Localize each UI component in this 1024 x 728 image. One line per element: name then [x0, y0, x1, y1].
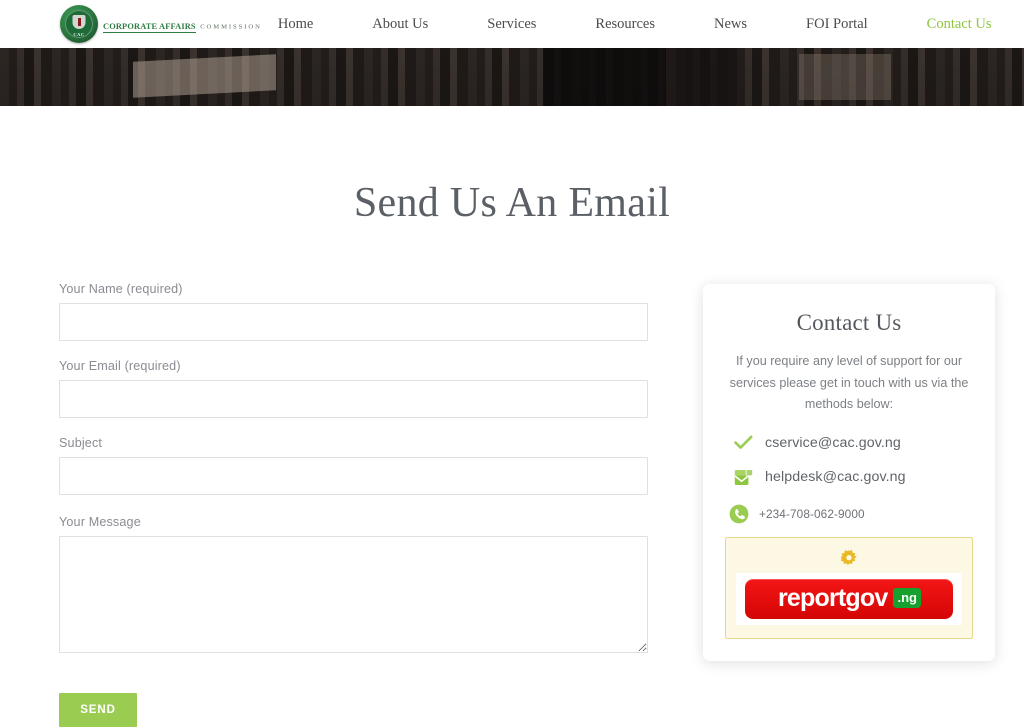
contact-card-column: Contact Us If you require any level of s…: [648, 282, 995, 661]
subject-input[interactable]: [59, 457, 648, 495]
field-your-name: Your Name (required): [59, 282, 648, 341]
contact-item-email-cservice[interactable]: cservice@cac.gov.ng: [725, 435, 973, 451]
hero-building-dark-1: [542, 48, 666, 106]
reportgov-promo-word: reportgov: [778, 583, 888, 612]
contact-card-description: If you require any level of support for …: [729, 354, 969, 411]
seal-label: CAC: [73, 32, 85, 37]
phone-icon: [729, 504, 749, 524]
hero-building-dark-2: [675, 48, 738, 106]
logo-text: CORPORATE AFFAIRS COMMISSION: [103, 16, 262, 33]
page-title: Send Us An Email: [353, 180, 671, 226]
contact-form: Your Name (required) Your Email (require…: [59, 282, 648, 727]
label-subject: Subject: [59, 436, 103, 450]
nav-item-services[interactable]: Services: [487, 12, 536, 37]
gear-icon: [736, 549, 962, 567]
hero-banner: [0, 48, 1024, 106]
field-your-message: Your Message: [59, 515, 648, 653]
field-subject: Subject: [59, 436, 648, 495]
your-email-input[interactable]: [59, 380, 648, 418]
logo-line-2: COMMISSION: [200, 23, 262, 31]
your-message-textarea[interactable]: [59, 536, 648, 653]
send-button[interactable]: SEND: [59, 693, 137, 727]
contact-phone-number: +234-708-062-9000: [759, 506, 865, 521]
label-your-email: Your Email (required): [59, 359, 181, 373]
field-your-email: Your Email (required): [59, 359, 648, 418]
contact-email-helpdesk: helpdesk@cac.gov.ng: [765, 469, 906, 485]
reportgov-promo-tld: .ng: [893, 588, 921, 608]
label-your-message: Your Message: [59, 515, 141, 529]
nav-item-about-us[interactable]: About Us: [372, 12, 428, 37]
content-row: Your Name (required) Your Email (require…: [0, 282, 1024, 727]
nav-item-contact-us[interactable]: Contact Us: [927, 12, 992, 37]
contact-email-cservice: cservice@cac.gov.ng: [765, 434, 901, 451]
nav-item-news[interactable]: News: [714, 12, 747, 37]
contact-card-title: Contact Us: [796, 310, 902, 335]
contact-card: Contact Us If you require any level of s…: [703, 284, 995, 661]
reportgov-promo-box: reportgov .ng: [725, 536, 973, 639]
logo-line-1: CORPORATE AFFAIRS: [103, 21, 196, 33]
check-icon: [734, 435, 753, 450]
nav-item-resources[interactable]: Resources: [595, 12, 655, 37]
nav-item-foi-portal[interactable]: FOI Portal: [806, 12, 868, 37]
mail-icon: [734, 469, 753, 486]
cac-seal-icon: CAC: [60, 5, 98, 43]
contact-item-email-helpdesk[interactable]: helpdesk@cac.gov.ng: [725, 469, 973, 486]
main-navigation: Home About Us Services Resources News FO…: [262, 12, 1024, 37]
reportgov-logo-frame: reportgov .ng: [736, 572, 962, 625]
reportgov-promo-button[interactable]: reportgov .ng: [745, 578, 953, 619]
contact-item-phone[interactable]: +234-708-062-9000: [725, 504, 973, 524]
main-content: Send Us An Email Your Name (required) Yo…: [0, 106, 1024, 727]
site-logo[interactable]: CAC CORPORATE AFFAIRS COMMISSION: [60, 5, 262, 43]
nav-item-home[interactable]: Home: [278, 12, 313, 37]
hero-building-light-2: [798, 53, 891, 101]
site-header: CAC CORPORATE AFFAIRS COMMISSION Home Ab…: [0, 0, 1024, 48]
your-name-input[interactable]: [59, 303, 648, 341]
label-your-name: Your Name (required): [59, 282, 183, 296]
